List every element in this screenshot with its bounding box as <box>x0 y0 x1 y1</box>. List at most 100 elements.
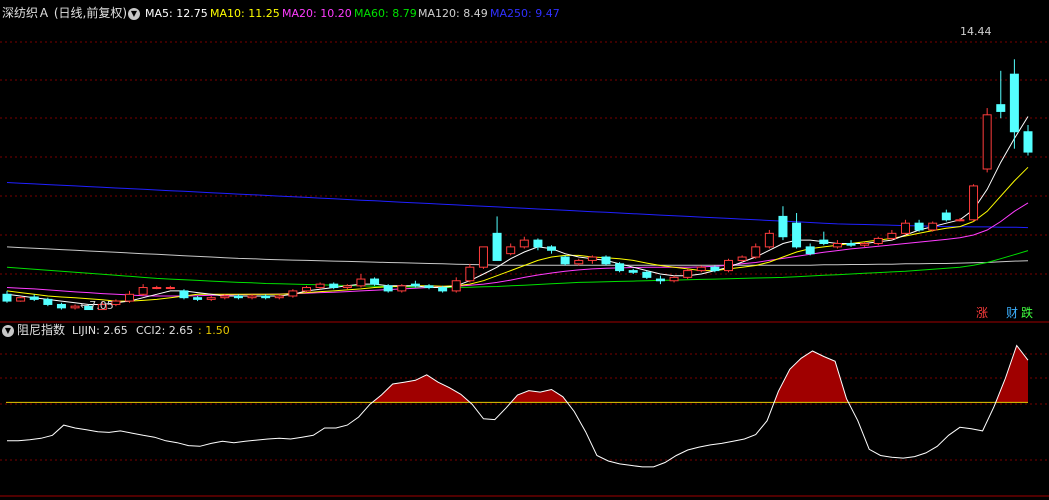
stock-chart-canvas[interactable] <box>0 0 1049 500</box>
candle-down <box>819 239 829 244</box>
ma20-label: MA20: 10.20 <box>282 7 352 20</box>
candle-down <box>655 278 665 282</box>
candle-up <box>506 246 516 255</box>
candle-up <box>478 246 488 268</box>
candle-down <box>792 222 802 248</box>
candle-up <box>873 237 883 245</box>
candle-up <box>982 114 992 170</box>
candle-down <box>628 270 638 273</box>
candle-up <box>288 290 298 297</box>
candle-down <box>1023 131 1033 153</box>
candle-up <box>724 259 734 272</box>
ma-line-ma120 <box>6 246 1029 266</box>
candle-up <box>125 293 135 302</box>
candle-down <box>370 278 380 285</box>
candle-up <box>764 232 774 248</box>
candle-up <box>737 256 747 261</box>
candle-down <box>29 296 39 300</box>
candle-up <box>900 222 910 234</box>
chevron-down-icon[interactable]: ▼ <box>128 8 140 20</box>
indicator-line <box>7 344 1029 468</box>
indicator-fill-region <box>511 389 568 403</box>
cci2-label: CCI2: 2.65 <box>136 324 194 337</box>
candle-up <box>587 256 597 261</box>
candle-up <box>342 285 352 289</box>
candle-down <box>615 263 625 272</box>
high-price-annotation: 14.44 <box>960 25 992 38</box>
sub-panel-chevron-icon[interactable]: ▼ <box>2 325 14 337</box>
candle-up <box>519 239 529 248</box>
ma5-label: MA5: 12.75 <box>145 7 208 20</box>
indicator-fill-region <box>372 374 470 403</box>
candle-up <box>887 232 897 239</box>
side-tag-down[interactable]: 跌 <box>1021 306 1033 320</box>
ma-line-ma60 <box>6 250 1029 288</box>
ma-line-ma5 <box>6 116 1029 305</box>
candle-down <box>233 295 243 299</box>
candle-up <box>247 295 257 299</box>
candle-up <box>301 287 311 292</box>
candle-up <box>451 280 461 292</box>
candle-up <box>696 266 706 272</box>
candle-up <box>315 283 325 289</box>
candle-down <box>410 283 420 287</box>
ma-line-ma10 <box>6 166 1029 302</box>
candle-down <box>56 303 66 309</box>
candle-up <box>356 278 366 287</box>
candle-down <box>179 290 189 299</box>
threshold-label: : 1.50 <box>198 324 230 337</box>
indicator-name: 阻尼指数 <box>17 323 66 337</box>
candle-up <box>969 185 979 221</box>
candle-up <box>683 270 693 278</box>
candle-up <box>397 285 407 292</box>
ma-line-ma250 <box>6 182 1029 229</box>
candle-down <box>438 287 448 292</box>
candle-down <box>846 243 856 246</box>
candle-down <box>383 285 393 292</box>
side-tag-finance[interactable]: 财 <box>1006 306 1018 320</box>
candle-down <box>560 256 570 265</box>
lijin-label: LIJIN: 2.65 <box>72 324 128 337</box>
candle-up <box>206 297 216 300</box>
indicator-fill-region <box>774 351 849 403</box>
candle-down <box>778 215 788 238</box>
candle-down <box>492 232 502 261</box>
candle-down <box>533 239 543 248</box>
candle-down <box>996 104 1006 112</box>
candle-up <box>669 276 679 282</box>
candle-down <box>710 266 720 272</box>
candle-up <box>832 243 842 248</box>
candle-up <box>16 297 26 302</box>
ma-line-ma20 <box>6 202 1029 297</box>
candle-down <box>2 293 12 302</box>
candle-up <box>70 305 80 309</box>
candle-down <box>329 283 339 289</box>
candle-up <box>860 243 870 246</box>
period-mode: (日线,前复权) <box>53 6 128 20</box>
candle-down <box>914 222 924 231</box>
stock-name: 深纺织Ａ <box>2 6 51 20</box>
candle-down <box>805 246 815 255</box>
candle-up <box>465 266 475 282</box>
low-price-annotation: ←7.05 <box>80 299 114 312</box>
candle-down <box>941 212 951 221</box>
ma10-label: MA10: 11.25 <box>210 7 280 20</box>
candle-down <box>547 246 557 251</box>
candle-up <box>955 219 965 222</box>
candle-up <box>165 287 175 290</box>
candle-up <box>574 259 584 265</box>
candle-up <box>751 246 761 258</box>
candle-up <box>928 222 938 231</box>
candle-down <box>43 298 53 305</box>
ma120-label: MA120: 8.49 <box>418 7 488 20</box>
candle-up <box>220 295 230 299</box>
low-price-value: 7.05 <box>89 299 114 312</box>
candle-down <box>642 271 652 278</box>
side-tag-up[interactable]: 涨 <box>976 306 988 320</box>
candle-up <box>138 287 148 295</box>
candle-down <box>424 285 434 289</box>
candle-down <box>261 295 271 299</box>
candle-down <box>1009 73 1019 133</box>
stock-title: 深纺织Ａ (日线,前复权) <box>2 7 127 20</box>
candle-up <box>152 287 162 290</box>
